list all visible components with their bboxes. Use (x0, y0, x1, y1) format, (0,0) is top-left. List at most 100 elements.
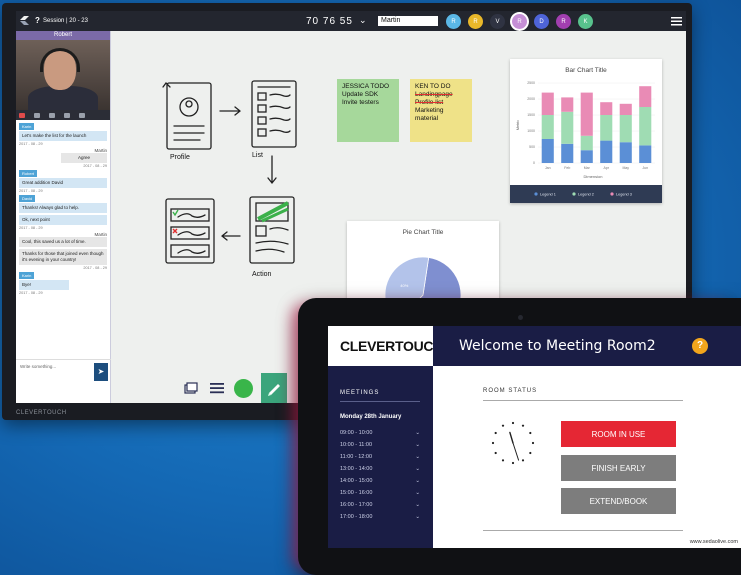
sender-tag: Karin (19, 123, 35, 130)
bar-segment (561, 143, 574, 163)
sender-tag: Robert (19, 170, 38, 177)
extend-book-button[interactable]: EXTEND/BOOK (561, 488, 676, 514)
meeting-slot[interactable]: 13:00 - 14:00 ⌄ (340, 466, 420, 478)
clock-hour-mark (491, 441, 495, 445)
monitor-brand: CLEVERTOUCH (16, 410, 67, 416)
chevron-down-icon: ⌄ (415, 430, 420, 436)
bar-segment (600, 102, 613, 115)
meeting-slot[interactable]: 14:00 - 15:00 ⌄ (340, 478, 420, 490)
chat-message: Ok, next point 2017 - 08 - 29 (19, 215, 107, 230)
chat-messages: Karin Let's make the list for the launch… (16, 120, 110, 350)
clevertouch-logo: CLEVERTOUCH® (328, 326, 447, 366)
sticky-line: Marketing material (415, 107, 444, 122)
chevron-down-icon[interactable]: ⌄ (359, 15, 367, 26)
chevron-down-icon: ⌄ (415, 454, 420, 460)
slot-time: 17:00 - 18:00 (340, 514, 373, 520)
participant-avatar[interactable]: R (468, 14, 483, 29)
tablet-header: Welcome to Meeting Room2 ? (433, 326, 741, 366)
sticky-note-yellow[interactable]: KEN TO DO Landingpage Profile list Marke… (410, 79, 472, 142)
hangup-icon[interactable] (19, 112, 25, 118)
message-text: Thanks for those that joined even though… (19, 249, 107, 265)
participant-avatar[interactable]: K (578, 14, 593, 29)
participant-avatar[interactable]: V (490, 14, 505, 29)
sticky-title: KEN TO DO (415, 83, 451, 90)
chat-message: Karin Let's make the list for the launch… (19, 123, 107, 146)
room-in-use-button[interactable]: ROOM IN USE (561, 421, 676, 447)
sticky-line: Landingpage (415, 91, 453, 98)
divider (483, 530, 683, 531)
bar-segment (600, 140, 613, 163)
message-time: 2017 - 08 - 29 (19, 189, 43, 193)
help-icon[interactable]: ? (35, 16, 40, 25)
sticky-line: Profile list (415, 99, 444, 106)
help-button[interactable]: ? (692, 338, 708, 354)
pen-tool-icon[interactable] (261, 373, 287, 403)
chat-message: Martin Agree 2017 - 08 - 29 (19, 148, 107, 168)
meeting-slot[interactable]: 11:00 - 12:00 ⌄ (340, 454, 420, 466)
sketch-label-action: Action (252, 271, 272, 278)
clock-hour-mark (529, 431, 532, 435)
room-booking-tablet: CLEVERTOUCH® Welcome to Meeting Room2 ? … (298, 298, 741, 575)
legend-swatch (610, 192, 614, 196)
menu-icon[interactable] (208, 379, 226, 397)
bar-segment (639, 145, 652, 163)
cards-icon[interactable] (182, 379, 200, 397)
y-tick-label: 2500 (527, 81, 535, 85)
meeting-slot[interactable]: 16:00 - 17:00 ⌄ (340, 502, 420, 514)
chart-title: Pie Chart Title (403, 229, 444, 236)
sender-tag: Karin (19, 272, 35, 279)
chat-input[interactable]: Write something... ➤ (16, 359, 111, 383)
screen-share-icon[interactable] (64, 112, 70, 118)
slot-time: 10:00 - 11:00 (340, 442, 373, 448)
legend-swatch (534, 192, 538, 196)
clock-icon (491, 421, 535, 465)
chat-message: Thanks for those that joined even though… (19, 249, 107, 270)
participant-avatar[interactable]: R (556, 14, 571, 29)
chat-message: Martin Cool, this saved us a lot of time… (19, 232, 107, 247)
clock-hour-mark (531, 441, 535, 445)
welcome-title: Welcome to Meeting Room2 (459, 338, 656, 354)
camera-icon[interactable] (34, 112, 40, 118)
clock-hour-mark (501, 459, 505, 462)
y-axis-label: Metric (516, 120, 520, 130)
slot-time: 13:00 - 14:00 (340, 466, 373, 472)
meeting-slot[interactable]: 10:00 - 11:00 ⌄ (340, 442, 420, 454)
participant-avatar[interactable]: R (446, 14, 461, 29)
chat-sidebar: Robert Karin Let's make the list for the… (16, 31, 111, 403)
sticky-note-green[interactable]: JESSICA TODO Update SDK Invite testers (337, 79, 399, 142)
x-tick-label: Jun (642, 166, 648, 170)
bar-chart-card[interactable]: Bar Chart Title Metric Dimension 0 500 100… (510, 59, 662, 203)
chat-message: David Thanks! Always glad to help. (19, 195, 107, 213)
message-time: 2017 - 08 - 29 (83, 266, 107, 270)
clock-hour-mark (494, 451, 497, 455)
color-picker-button[interactable] (234, 378, 253, 398)
clock-hour-mark (511, 421, 515, 425)
participant-avatar[interactable]: D (534, 14, 549, 29)
microphone-icon[interactable] (49, 112, 55, 118)
bar-segment (639, 86, 652, 107)
room-status-title: ROOM STATUS (483, 388, 538, 394)
x-axis-label: Dimension (584, 174, 603, 179)
legend-label: Legend 2 (578, 193, 594, 197)
slot-time: 11:00 - 12:00 (340, 454, 373, 460)
send-button[interactable]: ➤ (94, 363, 108, 381)
footer-url: www.sedaolive.com (689, 539, 738, 545)
chevron-down-icon: ⌄ (415, 466, 420, 472)
session-topbar: ? Session | 20 - 23 70 76 55 ⌄ Martin R … (16, 11, 686, 31)
message-text: Cool, this saved us a lot of time. (19, 237, 107, 247)
user-name-field[interactable]: Martin (378, 16, 438, 26)
meeting-slot[interactable]: 15:00 - 16:00 ⌄ (340, 490, 420, 502)
meetings-day: Monday 28th January (340, 414, 402, 420)
meeting-slot[interactable]: 17:00 - 18:00 ⌄ (340, 514, 420, 526)
chevron-down-icon: ⌄ (415, 514, 420, 520)
menu-icon[interactable] (671, 16, 682, 26)
message-text: Let's make the list for the launch (19, 131, 107, 141)
message-time: 2017 - 08 - 29 (19, 226, 43, 230)
x-tick-label: Apr (604, 166, 610, 170)
legend-label: Legend 3 (616, 193, 632, 197)
fullscreen-icon[interactable] (79, 112, 85, 118)
finish-early-button[interactable]: FINISH EARLY (561, 455, 676, 481)
participant-avatar[interactable]: R (512, 14, 527, 29)
video-feed (16, 40, 110, 110)
meeting-slot[interactable]: 09:00 - 10:00 ⌄ (340, 430, 420, 442)
